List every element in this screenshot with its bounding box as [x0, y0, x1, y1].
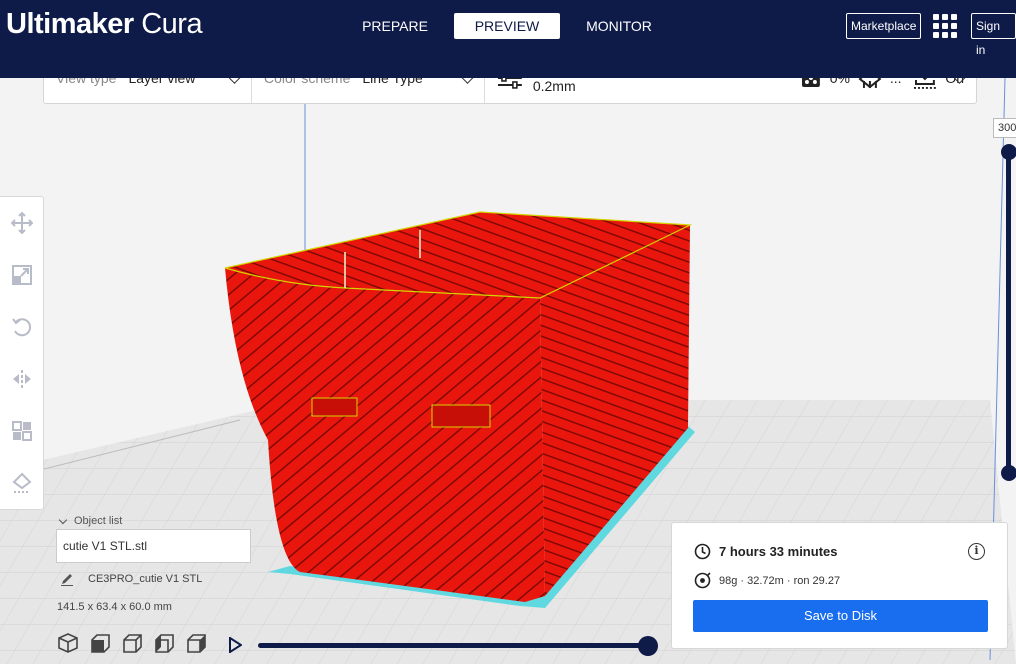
top-view-icon[interactable]: [121, 632, 143, 654]
brand-light: Cura: [141, 8, 203, 40]
save-to-disk-button[interactable]: Save to Disk: [693, 600, 988, 632]
marketplace-button[interactable]: Marketplace: [846, 13, 922, 39]
adhesion-icon: [914, 78, 937, 89]
support-blocker-icon: [12, 472, 32, 493]
object-list-toggle[interactable]: Object list: [58, 515, 123, 527]
per-model-settings-icon: [12, 421, 32, 441]
info-icon[interactable]: i: [968, 543, 985, 560]
view-type-dropdown[interactable]: View type Layer view: [44, 78, 252, 103]
move-tool-button[interactable]: [6, 207, 38, 239]
chevron-down-icon: [58, 515, 68, 524]
object-dimensions: 141.5 x 63.4 x 60.0 mm: [57, 601, 172, 613]
view-settings-bar: View type Layer view Color scheme Line T…: [43, 78, 977, 104]
front-view-icon[interactable]: [89, 632, 111, 654]
brand-bold: Ultimaker: [6, 8, 134, 40]
move-icon: [11, 212, 33, 234]
job-name-row[interactable]: CE3PRO_cutie V1 STL: [60, 572, 202, 586]
stage-tabs: PREPARE PREVIEW MONITOR: [342, 13, 678, 39]
tab-monitor[interactable]: MONITOR: [566, 13, 672, 39]
chevron-down-icon: [461, 78, 474, 84]
print-time-row: 7 hours 33 minutes: [694, 543, 837, 560]
tab-prepare[interactable]: PREPARE: [342, 13, 448, 39]
scale-icon: [12, 265, 32, 285]
mirror-tool-button[interactable]: [6, 363, 38, 395]
rotate-icon: [12, 318, 32, 337]
spool-icon: [694, 572, 711, 589]
color-scheme-label: Color scheme: [264, 78, 351, 86]
sign-in-button[interactable]: Sign in: [971, 13, 1016, 57]
rotate-tool-button[interactable]: [6, 311, 38, 343]
layer-number-field[interactable]: 300: [993, 118, 1016, 138]
right-view-icon[interactable]: [185, 632, 207, 654]
applications-grid-icon[interactable]: [933, 14, 957, 38]
left-view-icon[interactable]: [153, 632, 175, 654]
support-value: ...: [889, 78, 902, 86]
object-list-item[interactable]: cutie V1 STL.stl: [56, 529, 251, 563]
layer-slider[interactable]: [1001, 144, 1016, 481]
tab-preview[interactable]: PREVIEW: [454, 13, 560, 39]
infill-value: 0%: [829, 78, 850, 86]
print-profile-text: Ender-3 S1 Pro - St...ard Quality - 0.2m…: [532, 78, 576, 94]
job-name-text: CE3PRO_cutie V1 STL: [88, 573, 203, 585]
print-time-text: 7 hours 33 minutes: [719, 544, 838, 559]
support-blocker-button[interactable]: [6, 467, 38, 499]
layer-path-slider-handle[interactable]: [638, 636, 658, 656]
print-output-panel: 7 hours 33 minutes i 98g · 32.72m · ron …: [671, 522, 1008, 649]
view-type-label: View type: [56, 78, 117, 86]
color-scheme-dropdown[interactable]: Color scheme Line Type: [252, 78, 485, 103]
play-icon[interactable]: [228, 637, 242, 653]
layer-slider-track[interactable]: [1006, 154, 1011, 474]
app-header: Ultimaker Cura PREPARE PREVIEW MONITOR M…: [0, 0, 1016, 78]
settings-sliders-icon: [497, 78, 522, 89]
scale-tool-button[interactable]: [6, 259, 38, 291]
infill-icon: [801, 78, 820, 87]
object-list-label: Object list: [74, 515, 123, 527]
pencil-icon[interactable]: [60, 572, 74, 586]
material-text: 98g · 32.72m · ron 29.27: [719, 574, 841, 587]
view-type-value: Layer view: [128, 78, 196, 86]
print-settings-dropdown[interactable]: Ender-3 S1 Pro - St...ard Quality - 0.2m…: [485, 78, 976, 103]
material-row: 98g · 32.72m · ron 29.27: [694, 572, 840, 589]
3d-view-icon[interactable]: [57, 632, 79, 654]
chevron-down-icon: [228, 78, 241, 84]
tool-sidebar: [0, 196, 44, 510]
clock-icon: [694, 543, 711, 560]
color-scheme-value: Line Type: [362, 78, 423, 86]
layer-slider-upper-handle[interactable]: [1001, 144, 1016, 160]
3d-viewport[interactable]: View type Layer view Color scheme Line T…: [0, 78, 1016, 664]
support-icon: [858, 78, 882, 89]
layer-slider-lower-handle[interactable]: [1001, 465, 1016, 481]
app-logo: Ultimaker Cura: [6, 8, 203, 41]
per-model-settings-button[interactable]: [6, 415, 38, 447]
mirror-icon: [13, 370, 31, 388]
layer-path-slider-track[interactable]: [258, 643, 650, 648]
